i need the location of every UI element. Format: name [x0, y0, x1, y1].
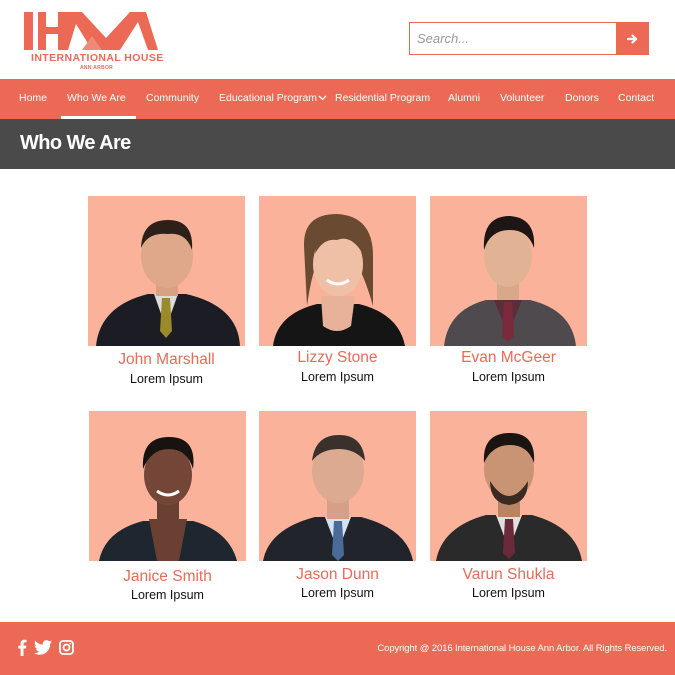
search-box	[409, 22, 649, 55]
nav-item-donors[interactable]: Donors	[565, 79, 599, 119]
person-photo	[88, 196, 245, 346]
search-input[interactable]	[409, 22, 617, 55]
person-role: Lorem Ipsum	[130, 372, 203, 386]
person-role: Lorem Ipsum	[131, 588, 204, 602]
nav-item-educational-program[interactable]: Educational Program	[219, 79, 327, 119]
nav-item-label: Educational Program	[219, 92, 318, 104]
person-role: Lorem Ipsum	[301, 370, 374, 384]
twitter-icon[interactable]	[34, 640, 52, 655]
person-role: Lorem Ipsum	[472, 370, 545, 384]
person-name[interactable]: John Marshall	[88, 351, 245, 369]
instagram-icon[interactable]	[59, 640, 74, 655]
person-name[interactable]: Janice Smith	[89, 568, 246, 586]
nav-item-residential-program[interactable]: Residential Program	[335, 79, 430, 119]
person-photo	[430, 196, 587, 346]
main-nav: Home Who We Are Community Educational Pr…	[0, 79, 675, 119]
nav-item-who-we-are[interactable]: Who We Are	[61, 79, 136, 119]
logo-line2: ANN ARBOR	[80, 65, 114, 71]
copyright-text: Copyright @ 2016 International House Ann…	[377, 643, 667, 654]
nav-item-volunteer[interactable]: Volunteer	[500, 79, 544, 119]
person-role: Lorem Ipsum	[472, 586, 545, 600]
person-name[interactable]: Varun Shukla	[430, 566, 587, 584]
search-button[interactable]	[616, 22, 649, 55]
logo-mark	[24, 12, 158, 50]
facebook-icon[interactable]	[17, 639, 27, 656]
nav-item-community[interactable]: Community	[146, 79, 199, 119]
person-name[interactable]: Jason Dunn	[259, 566, 416, 584]
site-footer: Copyright @ 2016 International House Ann…	[0, 622, 675, 675]
person-photo	[259, 196, 416, 346]
page-title: Who We Are	[20, 132, 131, 154]
person-name[interactable]: Lizzy Stone	[259, 349, 416, 367]
person-photo	[259, 411, 416, 561]
person-photo	[89, 411, 246, 561]
person-photo	[430, 411, 587, 561]
site-logo[interactable]: INTERNATIONAL HOUSE ANN ARBOR	[22, 10, 164, 72]
arrow-right-icon	[626, 33, 637, 44]
chevron-down-icon	[318, 95, 327, 101]
page-title-bar: Who We Are	[0, 119, 675, 169]
site-header: INTERNATIONAL HOUSE ANN ARBOR	[0, 0, 675, 79]
nav-item-alumni[interactable]: Alumni	[448, 79, 480, 119]
person-name[interactable]: Evan McGeer	[430, 349, 587, 367]
nav-item-home[interactable]: Home	[19, 79, 47, 119]
nav-item-contact[interactable]: Contact	[618, 79, 654, 119]
person-role: Lorem Ipsum	[301, 586, 374, 600]
logo-line1: INTERNATIONAL HOUSE	[31, 52, 164, 64]
